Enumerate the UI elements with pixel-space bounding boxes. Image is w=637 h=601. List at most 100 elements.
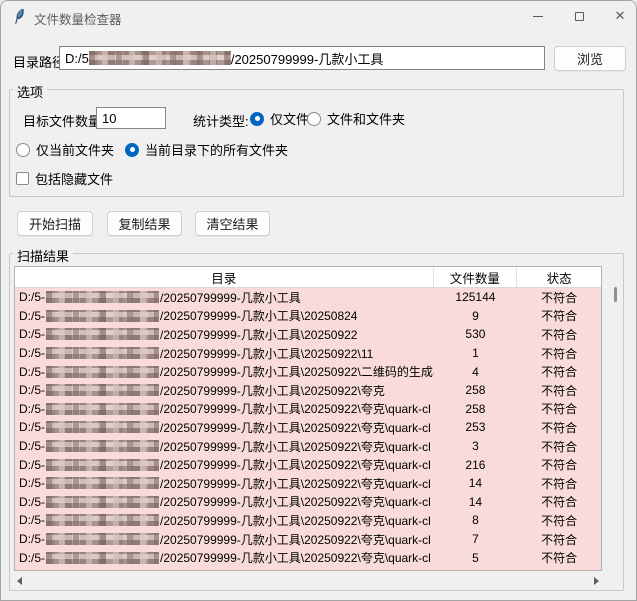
radio-label: 仅文件 xyxy=(270,109,309,128)
file-count-cell: 253 xyxy=(434,420,518,434)
file-count-cell: 7 xyxy=(434,532,518,546)
radio-icon xyxy=(250,112,264,126)
directory-cell: D:/5-/20250799999-几款小工具\20250922\夸克\quar… xyxy=(15,475,434,492)
status-cell: 不符合 xyxy=(517,307,601,324)
status-cell: 不符合 xyxy=(517,475,601,492)
file-count-cell: 530 xyxy=(434,327,518,341)
path-prefix: D:/5- xyxy=(19,309,45,323)
file-count-cell: 1 xyxy=(434,346,518,360)
column-header-directory[interactable]: 目录 xyxy=(15,267,434,287)
radio-files-only[interactable]: 仅文件 xyxy=(250,109,309,128)
path-suffix: /20250799999-几款小工具\20250922 xyxy=(160,326,357,343)
path-suffix: /20250799999-几款小工具\20250922\夸克\quark-cl xyxy=(160,438,431,455)
start-scan-button[interactable]: 开始扫描 xyxy=(17,211,93,236)
path-prefix: D:/5- xyxy=(19,346,45,360)
path-prefix: D:/5- xyxy=(19,402,45,416)
clear-results-button[interactable]: 清空结果 xyxy=(195,211,270,236)
path-censored-segment xyxy=(46,366,159,378)
maximize-icon xyxy=(575,12,584,21)
table-row[interactable]: D:/5- /20250799999-几款小工具 125144 不符合 xyxy=(15,288,601,307)
file-count-cell: 125144 xyxy=(434,290,518,304)
path-suffix: /20250799999-几款小工具\20250922\11 xyxy=(160,345,373,362)
path-suffix: /20250799999-几款小工具\20250922\夸克\quark-cl xyxy=(160,419,431,436)
path-censored-segment xyxy=(46,291,159,303)
table-row[interactable]: D:/5-/20250799999-几款小工具\20250922\夸克\quar… xyxy=(15,474,601,493)
path-prefix: D:/5- xyxy=(19,532,45,546)
table-row[interactable]: D:/5-/20250799999-几款小工具\20250922\夸克\quar… xyxy=(15,418,601,437)
status-cell: 不符合 xyxy=(517,531,601,548)
table-row[interactable]: D:/5-/20250799999-几款小工具\20250922\夸克\quar… xyxy=(15,511,601,530)
status-cell: 不符合 xyxy=(517,512,601,529)
scroll-right-arrow-icon[interactable] xyxy=(594,577,599,585)
tk-feather-icon xyxy=(12,8,27,24)
status-cell: 不符合 xyxy=(517,289,601,306)
minimize-button[interactable] xyxy=(518,1,558,31)
path-prefix: D:/5- xyxy=(19,495,45,509)
directory-cell: D:/5-/20250799999-几款小工具\20250922\二维码的生成与 xyxy=(15,363,434,380)
status-cell: 不符合 xyxy=(517,456,601,473)
table-row[interactable]: D:/5-/20250799999-几款小工具\20250922\夸克\quar… xyxy=(15,455,601,474)
title-bar[interactable]: 文件数量检查器 ✕ xyxy=(1,1,636,31)
column-header-status[interactable]: 状态 xyxy=(517,267,601,287)
checkbox-icon xyxy=(16,172,29,185)
table-row[interactable]: D:/5- /20250799999-几款小工具\20250922\夸克\quar… xyxy=(15,567,601,571)
column-header-file-count[interactable]: 文件数量 xyxy=(434,267,518,287)
path-censored-segment xyxy=(46,347,159,359)
app-window: 文件数量检查器 ✕ 目录路径: D:/5/20250799999-几款小工具 浏… xyxy=(0,0,637,601)
directory-cell: D:/5-/20250799999-几款小工具\20250922\夸克\quar… xyxy=(15,493,434,510)
table-row[interactable]: D:/5-/20250799999-几款小工具\20250922\夸克\quar… xyxy=(15,548,601,567)
directory-cell: D:/5- /20250799999-几款小工具 xyxy=(15,289,434,306)
path-suffix: /20250799999-几款小工具\20250922\夸克\quark-cl xyxy=(160,531,431,548)
radio-icon xyxy=(125,143,139,157)
include-hidden-checkbox[interactable]: 包括隐藏文件 xyxy=(16,169,113,188)
radio-current-folder-only[interactable]: 仅当前文件夹 xyxy=(16,140,114,159)
radio-icon xyxy=(307,112,321,126)
directory-cell: D:/5- /20250799999-几款小工具\20250922\夸克\quar… xyxy=(15,568,434,571)
path-suffix: /20250799999-几款小工具 xyxy=(160,289,301,306)
radio-label: 文件和文件夹 xyxy=(327,109,405,128)
table-row[interactable]: D:/5-/20250799999-几款小工具\20250922\夸克 258 … xyxy=(15,381,601,400)
file-count-cell: 9 xyxy=(434,309,518,323)
path-suffix: /20250799999-几款小工具\20250922\夸克\quark-cl xyxy=(160,568,431,571)
table-row[interactable]: D:/5-/20250799999-几款小工具\20250824 9 不符合 xyxy=(15,307,601,326)
directory-cell: D:/5-/20250799999-几款小工具\20250922\夸克 xyxy=(15,382,434,399)
path-prefix: D:/5- xyxy=(19,551,45,565)
target-count-label: 目标文件数量: xyxy=(23,111,105,130)
path-censored-segment xyxy=(46,496,159,508)
table-row[interactable]: D:/5- /20250799999-几款小工具\20250922\夸克\quar… xyxy=(15,530,601,549)
checkbox-label: 包括隐藏文件 xyxy=(35,169,113,188)
copy-results-button[interactable]: 复制结果 xyxy=(107,211,182,236)
file-count-cell: 216 xyxy=(434,458,518,472)
table-row[interactable]: D:/5-/20250799999-几款小工具\20250922\夸克\quar… xyxy=(15,437,601,456)
file-count-cell: 8 xyxy=(434,513,518,527)
path-censored-segment xyxy=(89,51,231,65)
window-title: 文件数量检查器 xyxy=(34,9,122,28)
radio-all-subfolders[interactable]: 当前目录下的所有文件夹 xyxy=(125,140,288,159)
table-row[interactable]: D:/5-/20250799999-几款小工具\20250922\11 1 不符… xyxy=(15,344,601,363)
target-count-input[interactable]: 10 xyxy=(96,107,166,129)
path-censored-segment xyxy=(46,328,159,340)
path-prefix: D:/5- xyxy=(19,513,45,527)
path-censored-segment xyxy=(46,514,159,526)
browse-button[interactable]: 浏览 xyxy=(554,46,626,71)
path-input[interactable]: D:/5/20250799999-几款小工具 xyxy=(59,46,545,70)
status-cell: 不符合 xyxy=(517,568,601,571)
count-type-label: 统计类型: xyxy=(193,111,249,130)
path-value-prefix: D:/5 xyxy=(65,51,89,66)
close-button[interactable]: ✕ xyxy=(600,1,637,31)
table-row[interactable]: D:/5-/20250799999-几款小工具\20250922 530 不符合 xyxy=(15,325,601,344)
path-prefix: D:/5- xyxy=(19,290,45,304)
table-row[interactable]: D:/5-/20250799999-几款小工具\20250922\夸克\quar… xyxy=(15,400,601,419)
scroll-left-arrow-icon[interactable] xyxy=(17,577,22,585)
radio-files-and-folders[interactable]: 文件和文件夹 xyxy=(307,109,405,128)
maximize-button[interactable] xyxy=(559,1,599,31)
table-row[interactable]: D:/5-/20250799999-几款小工具\20250922\二维码的生成与… xyxy=(15,362,601,381)
directory-cell: D:/5-/20250799999-几款小工具\20250824 xyxy=(15,307,434,324)
path-prefix: D:/5- xyxy=(19,569,45,571)
status-cell: 不符合 xyxy=(517,382,601,399)
path-censored-segment xyxy=(46,384,159,396)
vertical-scrollbar-thumb[interactable] xyxy=(614,287,617,302)
table-row[interactable]: D:/5-/20250799999-几款小工具\20250922\夸克\quar… xyxy=(15,493,601,512)
directory-cell: D:/5-/20250799999-几款小工具\20250922\夸克\quar… xyxy=(15,419,434,436)
file-count-cell: 14 xyxy=(434,476,518,490)
